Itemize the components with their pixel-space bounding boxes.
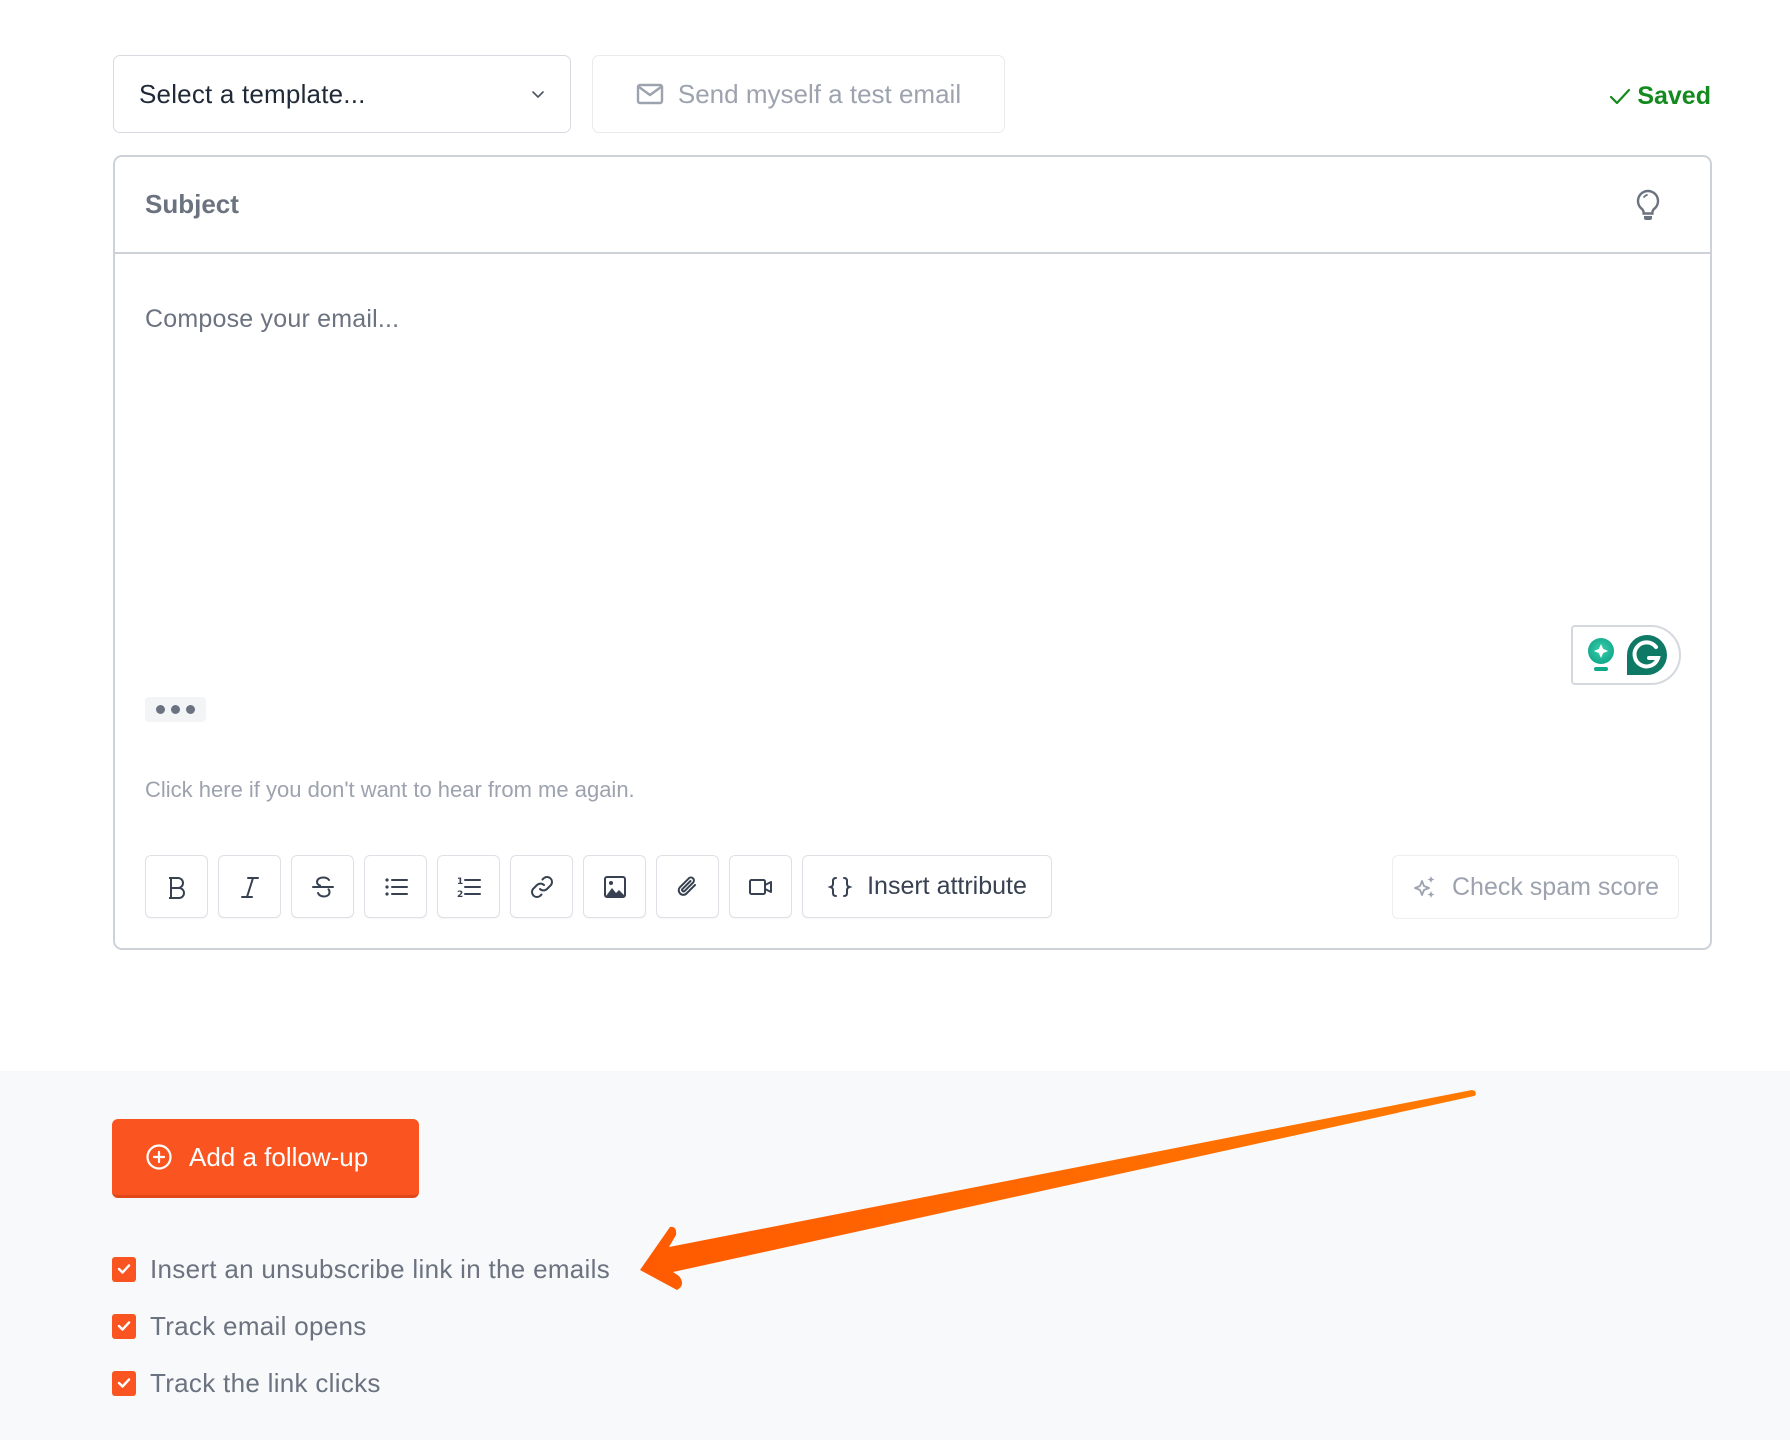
attachment-button[interactable]	[656, 855, 719, 918]
subject-field[interactable]: Subject	[115, 157, 1710, 254]
grammarly-suggestion-icon[interactable]	[1585, 637, 1617, 673]
insert-attribute-label: Insert attribute	[867, 872, 1027, 900]
numbered-list-icon: 12	[457, 877, 481, 900]
strikethrough-button[interactable]	[291, 855, 354, 918]
send-test-email-label: Send myself a test email	[677, 78, 962, 109]
check-spam-score-button[interactable]: Check spam score	[1392, 855, 1679, 919]
numbered-list-button[interactable]: 12	[437, 855, 500, 918]
strikethrough-icon	[311, 875, 334, 898]
unsubscribe-link-option[interactable]: Insert an unsubscribe link in the emails	[112, 1253, 611, 1284]
top-bar: Select a template... Send myself a test …	[0, 0, 1790, 150]
add-follow-up-label: Add a follow-up	[189, 1141, 369, 1172]
plus-circle-icon	[146, 1144, 172, 1170]
subject-input[interactable]: Subject	[145, 189, 1634, 220]
email-body-input[interactable]: Compose your email...	[145, 305, 399, 334]
paperclip-icon	[677, 876, 696, 896]
image-button[interactable]	[583, 855, 646, 918]
sparkles-icon	[1414, 876, 1435, 898]
track-clicks-option[interactable]: Track the link clicks	[112, 1367, 610, 1398]
grammarly-logo-icon[interactable]	[1625, 633, 1669, 677]
ellipsis-dot	[186, 705, 195, 714]
unsubscribe-link-label: Insert an unsubscribe link in the emails	[150, 1253, 611, 1284]
track-opens-label: Track email opens	[150, 1310, 367, 1341]
ellipsis-dot	[171, 705, 180, 714]
video-button[interactable]	[729, 855, 792, 918]
link-button[interactable]	[510, 855, 573, 918]
check-icon	[1610, 88, 1631, 104]
bold-button[interactable]	[145, 855, 208, 918]
formatting-toolbar: 12 Insert attribute	[145, 855, 1052, 919]
lightbulb-icon[interactable]	[1634, 188, 1662, 222]
template-select[interactable]: Select a template...	[113, 55, 571, 133]
curly-braces-icon	[827, 876, 853, 897]
add-follow-up-button[interactable]: Add a follow-up	[112, 1119, 419, 1198]
checkmark-icon	[117, 1321, 131, 1331]
grammarly-widget[interactable]	[1571, 625, 1681, 685]
video-icon	[748, 878, 772, 895]
svg-text:1: 1	[457, 877, 463, 887]
unsubscribe-link-checkbox[interactable]	[112, 1256, 136, 1282]
chevron-down-icon	[532, 91, 544, 98]
checkmark-icon	[117, 1264, 131, 1274]
email-editor: Subject Compose your email... Click here…	[113, 155, 1712, 950]
campaign-options: Add a follow-up Insert an unsubscribe li…	[0, 1071, 1790, 1440]
track-opens-checkbox[interactable]	[112, 1313, 136, 1339]
show-more-button[interactable]	[145, 697, 206, 722]
bold-icon	[168, 876, 185, 899]
checkmark-icon	[117, 1378, 131, 1388]
insert-attribute-button[interactable]: Insert attribute	[802, 855, 1052, 918]
bullet-list-button[interactable]	[364, 855, 427, 918]
italic-button[interactable]	[218, 855, 281, 918]
save-status-label: Saved	[1637, 82, 1711, 110]
bullet-list-icon	[384, 877, 408, 896]
track-clicks-checkbox[interactable]	[112, 1370, 136, 1396]
italic-icon	[240, 876, 259, 898]
ellipsis-dot	[156, 705, 165, 714]
save-status: Saved	[1609, 82, 1711, 111]
tracking-options: Insert an unsubscribe link in the emails…	[112, 1253, 611, 1398]
check-spam-score-label: Check spam score	[1451, 872, 1660, 901]
template-select-value: Select a template...	[139, 78, 366, 109]
unsubscribe-footer-text[interactable]: Click here if you don't want to hear fro…	[145, 777, 635, 803]
track-opens-option[interactable]: Track email opens	[112, 1310, 610, 1341]
svg-text:2: 2	[457, 890, 463, 900]
link-icon	[530, 875, 553, 898]
mail-icon	[636, 83, 664, 105]
send-test-email-button[interactable]: Send myself a test email	[592, 55, 1005, 133]
track-clicks-label: Track the link clicks	[150, 1367, 381, 1398]
image-icon	[603, 875, 626, 898]
